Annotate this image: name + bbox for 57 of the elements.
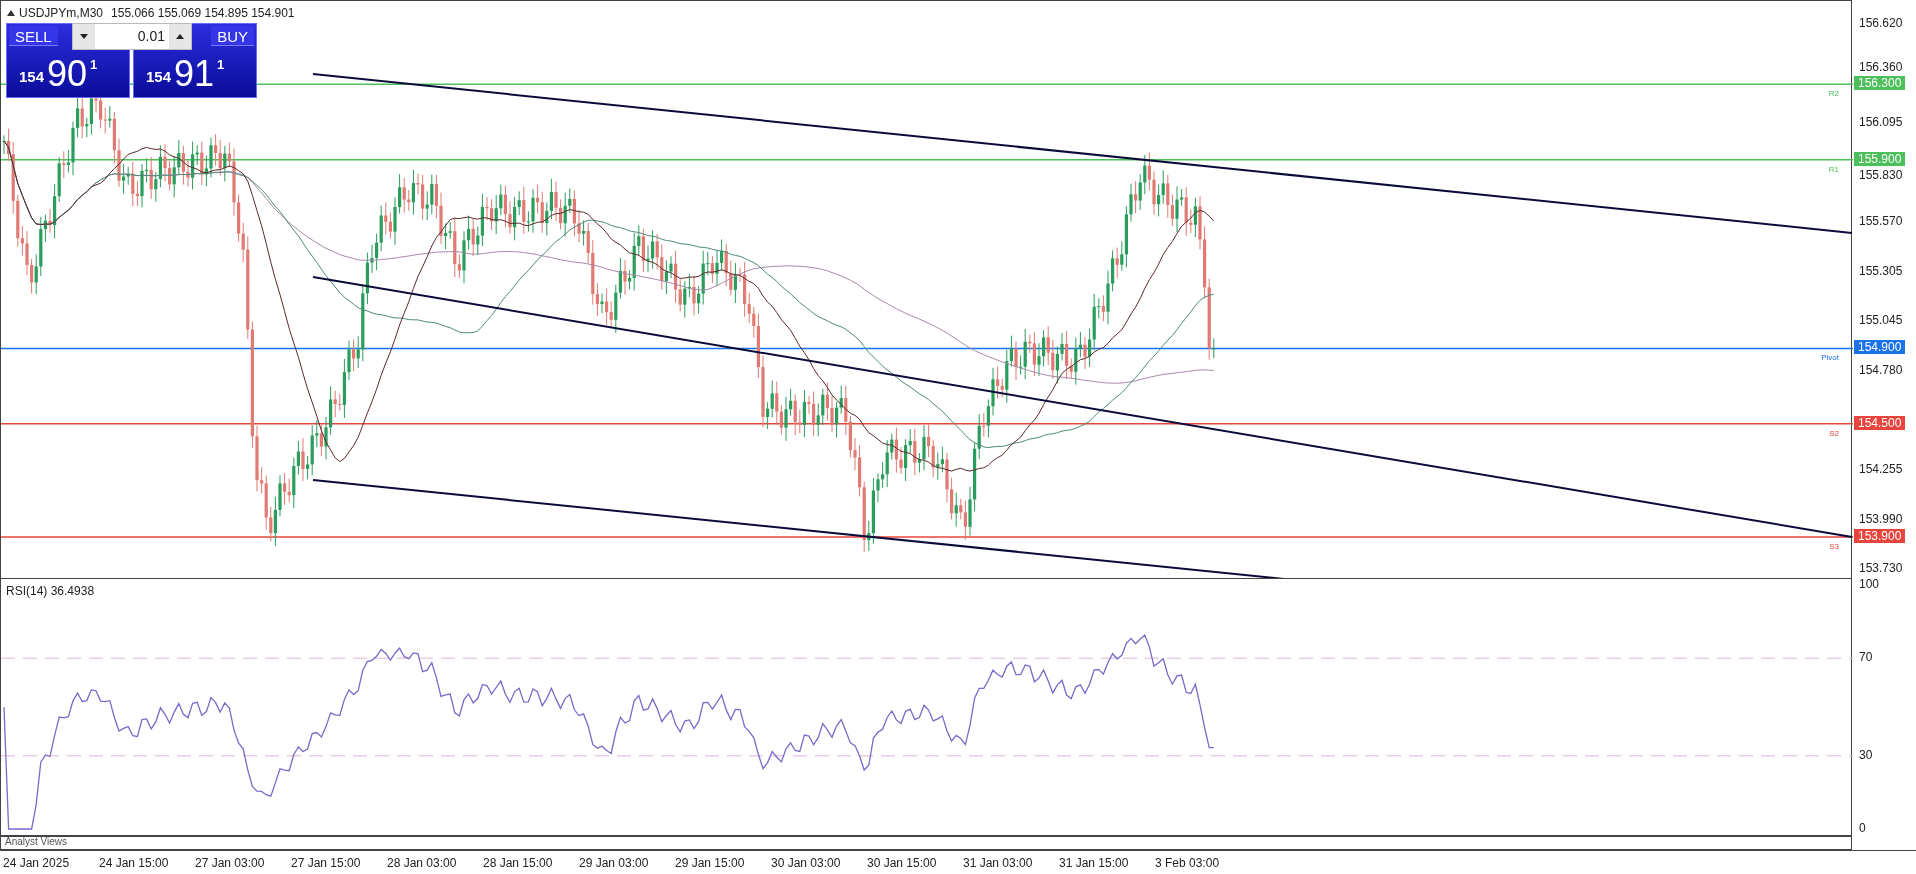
symbol-label: USDJPYm,M30 [19, 5, 104, 22]
price-tick: 153.730 [1859, 561, 1903, 576]
price-tick: 155.045 [1859, 313, 1903, 328]
buy-button[interactable]: BUY [211, 26, 254, 46]
level-label: R1 [1828, 163, 1839, 176]
time-tick: 28 Jan 03:00 [387, 854, 458, 872]
sell-button[interactable]: SELL [9, 26, 58, 46]
time-tick: 29 Jan 03:00 [579, 854, 650, 872]
level-price-tag: 154.900 [1854, 340, 1906, 355]
level-price-tag: 156.300 [1854, 76, 1906, 91]
price-prefix: 154 [19, 66, 45, 87]
price-tick: 155.830 [1859, 167, 1903, 182]
rsi-tick: 0 [1859, 821, 1866, 835]
price-main: 90 [47, 55, 88, 93]
price-prefix: 154 [146, 66, 172, 87]
level-price-tag: 153.900 [1854, 529, 1906, 543]
down-triangle-icon [80, 34, 88, 39]
price-fraction: 1 [90, 56, 98, 74]
up-triangle-icon [176, 34, 184, 39]
lot-size-control[interactable]: 0.01 [72, 23, 192, 50]
price-tick: 156.360 [1859, 60, 1903, 75]
price-tick: 155.570 [1859, 214, 1903, 228]
rsi-tick: 100 [1859, 577, 1880, 591]
collapse-triangle-icon[interactable] [7, 10, 15, 16]
price-fraction: 1 [217, 56, 225, 74]
price-tick: 154.780 [1859, 363, 1903, 377]
lot-size-value[interactable]: 0.01 [95, 24, 169, 49]
time-tick: 24 Jan 15:00 [99, 854, 170, 872]
price-main: 91 [174, 55, 215, 93]
level-price-tag: 154.500 [1854, 415, 1906, 430]
time-tick: 3 Feb 03:00 [1155, 854, 1221, 872]
time-tick: 24 Jan 2025 [3, 854, 71, 872]
price-tick: 154.255 [1859, 462, 1903, 477]
ohlc-values: 155.066 155.069 154.895 154.901 [111, 5, 295, 22]
level-label: R2 [1828, 88, 1839, 101]
time-tick: 31 Jan 15:00 [1059, 854, 1130, 872]
time-tick: 31 Jan 03:00 [963, 854, 1034, 872]
level-label: S2 [1829, 427, 1839, 440]
time-tick: 27 Jan 03:00 [195, 854, 266, 872]
time-tick: 30 Jan 03:00 [771, 854, 842, 872]
time-tick: 27 Jan 15:00 [291, 854, 362, 872]
decrease-lot-button[interactable] [73, 24, 95, 49]
price-tick: 153.990 [1859, 512, 1903, 526]
time-tick: 29 Jan 15:00 [675, 854, 746, 872]
level-price-tag: 155.900 [1854, 151, 1906, 166]
price-tick: 156.620 [1859, 16, 1903, 30]
increase-lot-button[interactable] [169, 24, 191, 49]
level-label: S3 [1829, 541, 1839, 553]
rsi-label: RSI(14) 36.4938 [6, 583, 95, 600]
time-tick: 30 Jan 15:00 [867, 854, 938, 872]
level-label: Pivot [1821, 352, 1839, 365]
rsi-tick: 30 [1859, 747, 1873, 762]
time-tick: 28 Jan 15:00 [483, 854, 554, 872]
price-tick: 156.095 [1859, 115, 1903, 129]
price-tick: 155.305 [1859, 264, 1903, 278]
rsi-tick: 70 [1859, 650, 1873, 665]
analyst-views-label: Analyst Views [5, 837, 69, 847]
